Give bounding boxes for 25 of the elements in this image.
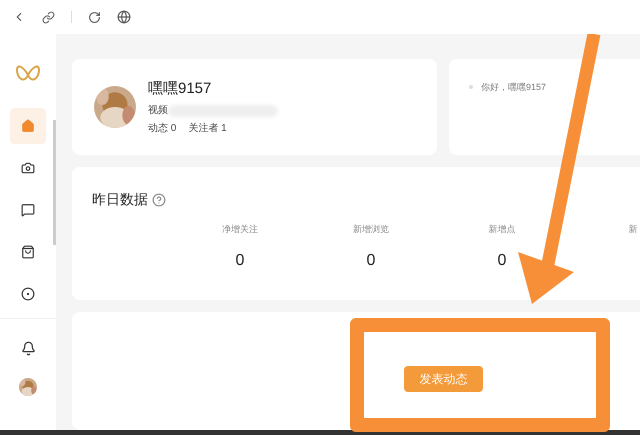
metric-label: 新 <box>628 223 638 236</box>
bag-icon <box>21 245 35 259</box>
metric-value: 0 <box>498 250 506 270</box>
camera-icon <box>21 161 35 175</box>
home-icon <box>21 119 35 133</box>
help-icon[interactable] <box>152 192 166 206</box>
bell-icon[interactable] <box>20 341 36 356</box>
id-label: 视频 <box>148 104 168 118</box>
metric-value: 0 <box>236 250 244 270</box>
stat-text: 动态 0 <box>148 122 176 136</box>
greeting-text: 你好，嘿嘿9157 <box>481 81 546 94</box>
link-icon[interactable] <box>42 10 55 24</box>
target-icon <box>21 287 35 301</box>
metric-label: 净增关注 <box>222 223 258 236</box>
user-name: 嘿嘿9157 <box>148 78 212 99</box>
refresh-icon[interactable] <box>88 10 101 24</box>
metric-value: 0 <box>366 250 376 270</box>
stat-text: 关注者 1 <box>188 122 227 136</box>
metric-label: 新增点 <box>488 223 516 236</box>
publish-button[interactable]: 发表动态 <box>404 366 483 392</box>
globe-icon[interactable] <box>117 10 131 24</box>
bullet-icon <box>469 85 473 89</box>
message-icon <box>21 203 35 217</box>
section-title: 昨日数据 <box>92 190 148 209</box>
metric-label: 新增浏览 <box>353 223 389 236</box>
